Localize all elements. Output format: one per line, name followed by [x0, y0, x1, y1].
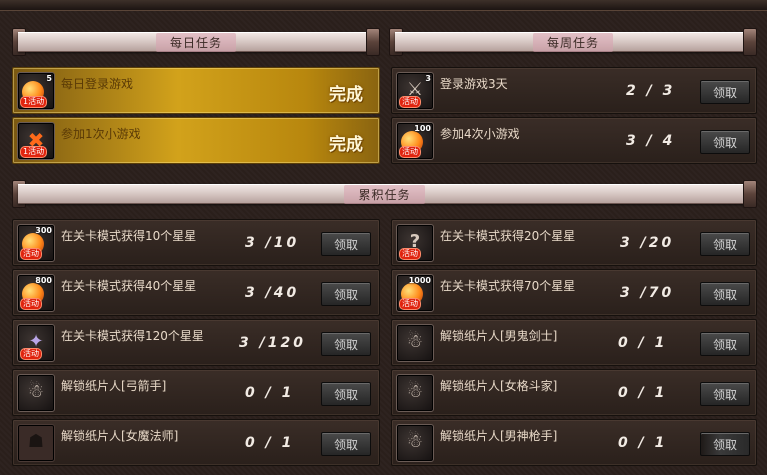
cumulative-task-row: 800 活动 在关卡模式获得40个星星 3 /40 领取	[12, 269, 380, 316]
task-label: 解锁纸片人[女魔法师]	[61, 429, 179, 443]
task-progress: 3 /10	[245, 235, 300, 251]
character-icon: ✦ 活动	[17, 324, 55, 362]
weekly-section-title: 每周任务	[532, 32, 613, 52]
task-label: 在关卡模式获得120个星星	[61, 329, 204, 343]
weekly-task-row: 100 活动 参加4次小游戏 3 / 4 领取	[391, 117, 757, 164]
cumulative-section-header: 累积任务	[12, 180, 757, 208]
task-progress: 3 /70	[620, 285, 675, 301]
claim-button[interactable]: 领取	[321, 232, 371, 256]
task-progress: 3 / 4	[626, 133, 676, 149]
weekly-task-row: ⚔ 3 活动 登录游戏3天 2 / 3 领取	[391, 67, 757, 114]
daily-section-title: 每日任务	[155, 32, 236, 52]
daily-section-header: 每日任务	[12, 28, 380, 56]
daily-task-row: ✖ 1活动 参加1次小游戏 完成	[12, 117, 380, 164]
claim-button[interactable]: 领取	[700, 332, 750, 356]
cumulative-task-row: ☗ 解锁纸片人[女魔法师] 0 / 1 领取	[12, 419, 380, 466]
task-progress: 0 / 1	[245, 435, 295, 451]
cumulative-section-title: 累积任务	[344, 184, 425, 204]
paper-figure-icon: ☃	[396, 424, 434, 462]
task-label: 解锁纸片人[弓箭手]	[61, 379, 167, 393]
task-complete-status: 完成	[329, 85, 363, 105]
cumulative-task-row: ✦ 活动 在关卡模式获得120个星星 3 /120 领取	[12, 319, 380, 366]
task-label: 参加1次小游戏	[61, 127, 141, 141]
task-label: 在关卡模式获得10个星星	[61, 229, 197, 243]
task-progress: 0 / 1	[618, 385, 668, 401]
gift-orb-icon: 800 活动	[17, 274, 55, 312]
sword-icon: ⚔ 3 活动	[396, 72, 434, 110]
top-frame	[0, 0, 767, 11]
task-label: 参加4次小游戏	[440, 127, 520, 141]
gift-orb-icon: 300 活动	[17, 224, 55, 262]
claim-button[interactable]: 领取	[700, 382, 750, 406]
cumulative-task-row: ☃ 解锁纸片人[男鬼剑士] 0 / 1 领取	[391, 319, 757, 366]
cumulative-task-row: ☃ 解锁纸片人[男神枪手] 0 / 1 领取	[391, 419, 757, 466]
cumulative-task-row: ☃ 解锁纸片人[弓箭手] 0 / 1 领取	[12, 369, 380, 416]
task-label: 解锁纸片人[女格斗家]	[440, 379, 558, 393]
claim-button[interactable]: 领取	[321, 432, 371, 456]
gift-orb-icon: 5 1活动	[17, 72, 55, 110]
task-progress: 0 / 1	[618, 335, 668, 351]
paper-figure-icon: ☃	[17, 374, 55, 412]
paper-figure-icon: ☗	[17, 424, 55, 462]
task-progress: 0 / 1	[618, 435, 668, 451]
task-label: 解锁纸片人[男神枪手]	[440, 429, 558, 443]
claim-button[interactable]: 领取	[700, 432, 750, 456]
task-label: 在关卡模式获得40个星星	[61, 279, 197, 293]
claim-button[interactable]: 领取	[700, 282, 750, 306]
paper-figure-icon: ☃	[396, 374, 434, 412]
task-label: 在关卡模式获得20个星星	[440, 229, 576, 243]
task-label: 解锁纸片人[男鬼剑士]	[440, 329, 558, 343]
gift-orb-icon: 1000 活动	[396, 274, 434, 312]
claim-button[interactable]: 领取	[700, 232, 750, 256]
task-progress: 2 / 3	[626, 83, 676, 99]
task-label: 登录游戏3天	[440, 77, 508, 91]
claim-button[interactable]: 领取	[700, 80, 750, 104]
gift-cross-icon: ✖ 1活动	[17, 122, 55, 160]
claim-button[interactable]: 领取	[700, 130, 750, 154]
task-progress: 3 /20	[620, 235, 675, 251]
cumulative-task-row: 1000 活动 在关卡模式获得70个星星 3 /70 领取	[391, 269, 757, 316]
claim-button[interactable]: 领取	[321, 382, 371, 406]
task-label: 每日登录游戏	[61, 77, 134, 91]
claim-button[interactable]: 领取	[321, 332, 371, 356]
claim-button[interactable]: 领取	[321, 282, 371, 306]
cumulative-task-row: 300 活动 在关卡模式获得10个星星 3 /10 领取	[12, 219, 380, 266]
weekly-section-header: 每周任务	[389, 28, 757, 56]
task-progress: 3 /120	[239, 335, 306, 351]
cumulative-task-row: ? 活动 在关卡模式获得20个星星 3 /20 领取	[391, 219, 757, 266]
question-icon: ? 活动	[396, 224, 434, 262]
daily-task-row: 5 1活动 每日登录游戏 完成	[12, 67, 380, 114]
task-complete-status: 完成	[329, 135, 363, 155]
task-progress: 0 / 1	[245, 385, 295, 401]
paper-figure-icon: ☃	[396, 324, 434, 362]
task-label: 在关卡模式获得70个星星	[440, 279, 576, 293]
gift-orb-icon: 100 活动	[396, 122, 434, 160]
task-progress: 3 /40	[245, 285, 300, 301]
cumulative-task-row: ☃ 解锁纸片人[女格斗家] 0 / 1 领取	[391, 369, 757, 416]
